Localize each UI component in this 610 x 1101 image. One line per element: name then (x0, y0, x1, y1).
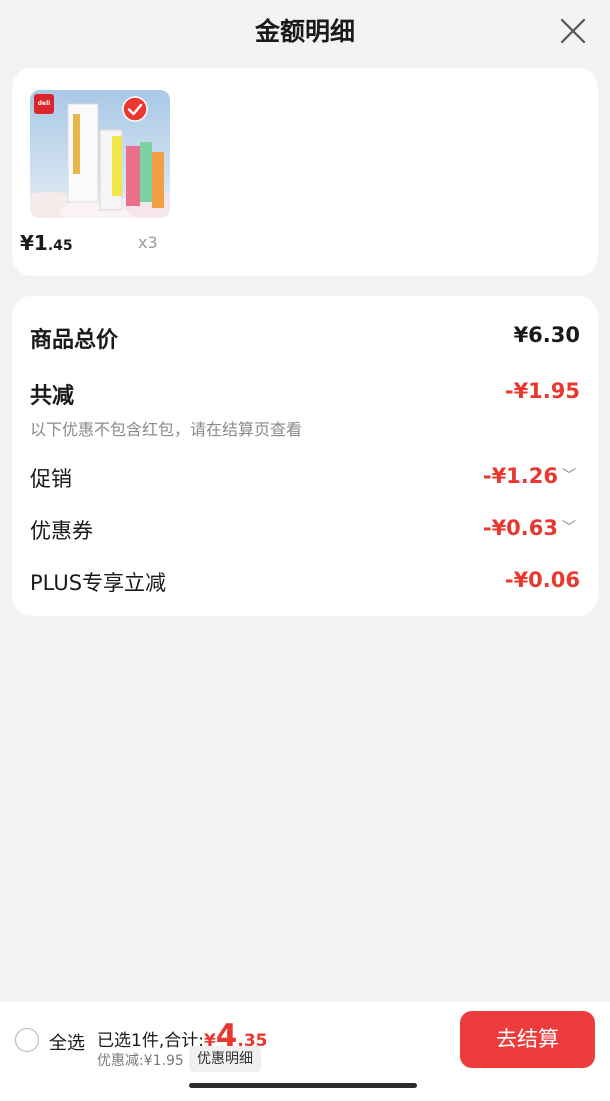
coupon-value: -¥0.63 (482, 516, 558, 540)
price-summary-card: 商品总价 ¥6.30 共减 -¥1.95 以下优惠不包含红包，请在结算页查看 促… (12, 296, 598, 616)
header: 金额明细 (0, 0, 610, 62)
price-main: ¥1 (20, 231, 48, 255)
chevron-down-icon: ﹀ (562, 520, 576, 536)
product-quantity: x3 (138, 233, 158, 252)
plus-label: PLUS专享立减 (30, 571, 167, 595)
select-all-label[interactable]: 全选 (49, 1029, 85, 1055)
reduce-value: -¥1.95 (504, 379, 580, 403)
brand-logo: deli (34, 94, 54, 114)
total-value: ¥6.30 (513, 323, 580, 347)
promo-value: -¥1.26 (482, 464, 558, 488)
plus-value: -¥0.06 (504, 568, 580, 592)
discount-note: 以下优惠不包含红包，请在结算页查看 (30, 420, 303, 439)
total-label: 商品总价 (30, 328, 119, 353)
checkout-button[interactable]: 去结算 (460, 1011, 595, 1068)
discount-text: 优惠减:¥1.95 (97, 1053, 184, 1069)
price-decimal: .45 (47, 238, 73, 254)
promo-row[interactable]: -¥1.26 ﹀ (483, 464, 576, 488)
page-title: 金额明细 (254, 17, 355, 46)
coupon-row[interactable]: -¥0.63 ﹀ (483, 516, 576, 540)
selected-text: 已选1件,合计: (97, 1031, 204, 1051)
product-price: ¥1.45 (20, 231, 73, 255)
home-indicator (189, 1083, 417, 1088)
chevron-down-icon: ﹀ (562, 468, 576, 484)
product-image[interactable]: deli (30, 90, 170, 218)
discount-detail-button[interactable]: 优惠明细 (189, 1046, 261, 1072)
coupon-label: 优惠券 (30, 519, 93, 543)
select-all-radio[interactable] (15, 1028, 39, 1052)
product-card: deli (12, 68, 598, 276)
selected-check-icon (122, 96, 148, 122)
promo-label: 促销 (30, 467, 72, 491)
reduce-label: 共减 (30, 384, 75, 409)
close-icon[interactable] (558, 16, 588, 46)
